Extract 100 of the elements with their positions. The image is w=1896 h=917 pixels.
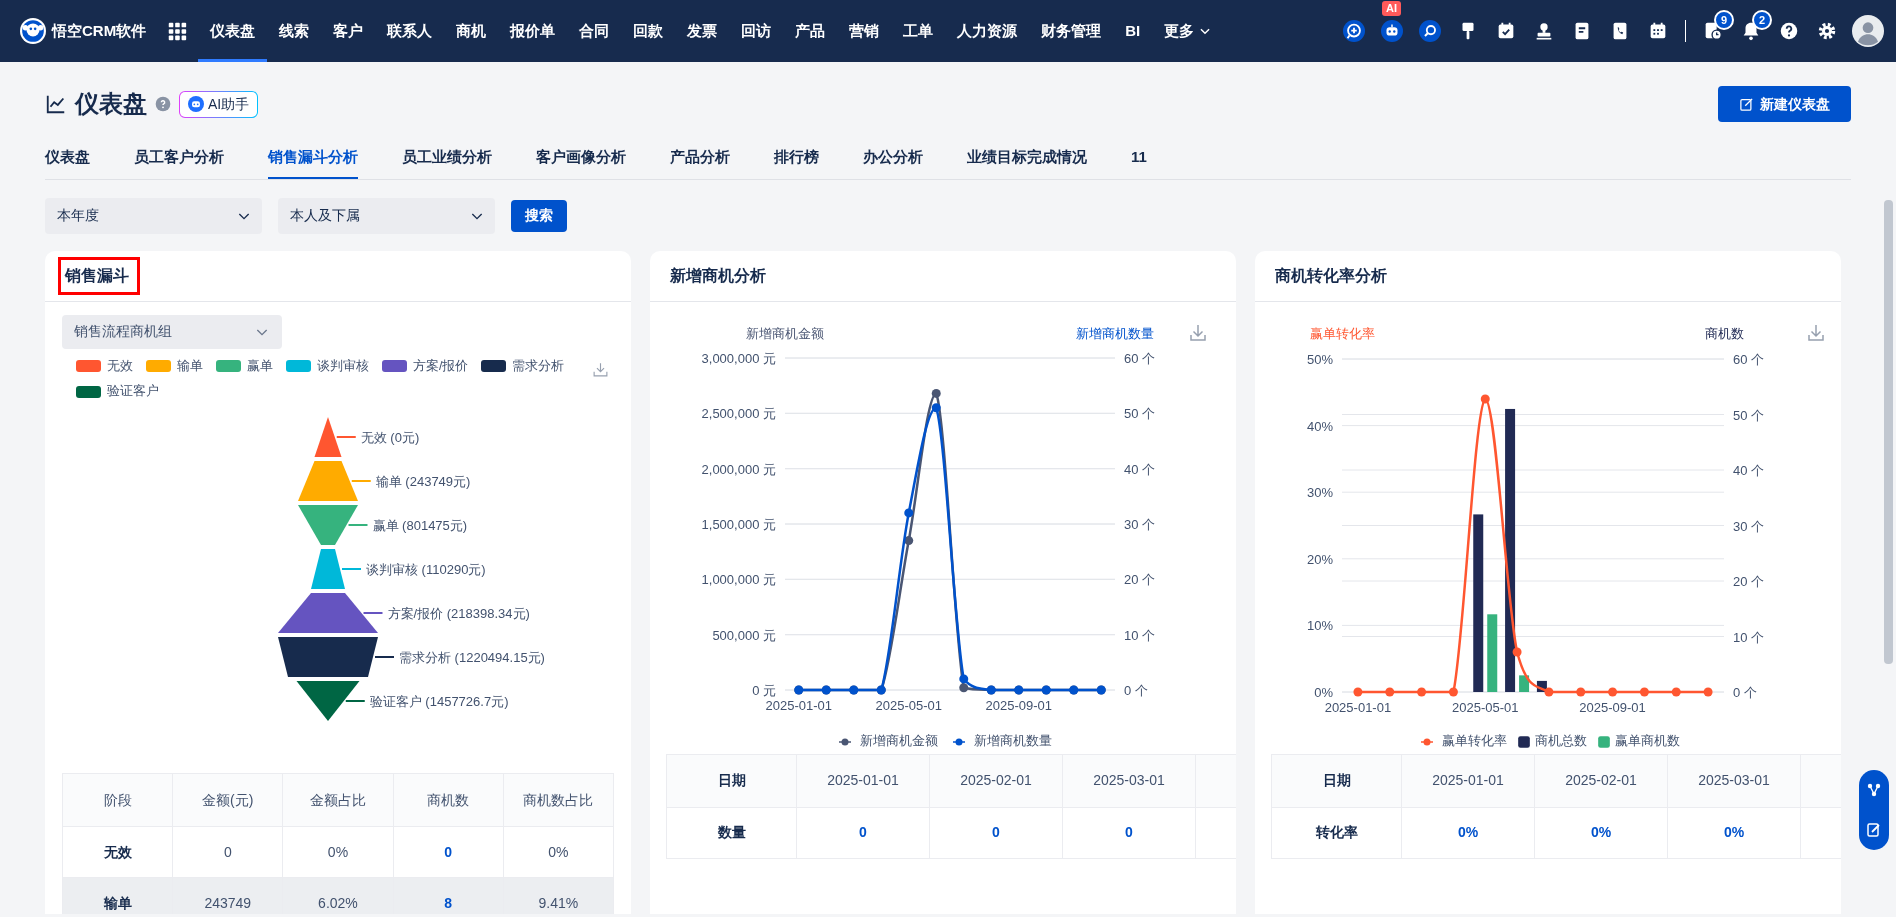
axis-label: 30 个 [1124,516,1156,532]
axis-label: 20 个 [1124,571,1156,587]
nav-item[interactable]: 产品 [783,0,838,62]
data-point [1544,687,1554,696]
table-header: 商机数占比 [503,773,614,827]
chat-plus-icon[interactable] [1343,20,1365,42]
link[interactable]: 0 [1062,807,1196,858]
funnel-label: 输单 (243749元) [375,474,471,489]
data-point [959,673,969,683]
leader-line [335,436,357,438]
tab[interactable]: 仪表盘 [45,146,90,179]
nav-item[interactable]: 回款 [621,0,676,62]
data-point [1639,687,1649,696]
tab[interactable]: 产品分析 [670,146,730,179]
link[interactable]: 0% [1534,807,1668,858]
table-header: 2025-02-01 [929,754,1063,807]
search-button[interactable]: 搜索 [511,199,567,232]
axis-label: 30 个 [1733,518,1765,533]
new-dashboard-button[interactable]: 新建仪表盘 [1718,86,1851,122]
link[interactable]: 0 [929,807,1063,858]
more-menu[interactable]: 更多 [1152,0,1225,62]
nav-item[interactable]: 发票 [675,0,730,62]
axis-label: 2,000,000 元 [701,461,776,477]
tab[interactable]: 客户画像分析 [536,146,626,179]
nav-item[interactable]: 仪表盘 [198,0,268,62]
table-cell: 输单 [62,877,173,914]
data-point [1353,687,1363,696]
download-icon[interactable] [1808,323,1824,341]
download-icon[interactable] [1190,323,1206,341]
legend-label: 方案/报价 [413,357,469,375]
nodes-icon[interactable] [1866,782,1882,798]
ai-assistant-button[interactable]: AI助手 [179,90,259,118]
nav-item[interactable]: 线索 [267,0,322,62]
nav-item[interactable]: 营销 [837,0,892,62]
table-header: 日期 [666,754,797,807]
tab[interactable]: 员工客户分析 [134,146,224,179]
leader-line [344,700,366,702]
table-header: 2025-01-01 [796,754,930,807]
table-header: 商机数 [393,773,504,827]
data-point [1417,687,1427,696]
table-header: 日期 [1271,754,1402,807]
axis-label: 2025-09-01 [1579,699,1646,715]
link[interactable]: 0% [1401,807,1535,858]
axis-label: 10 个 [1733,629,1765,644]
legend-label: 赢单转化率 [1442,733,1507,751]
axis-label: 2025-05-01 [875,697,942,713]
nav-item[interactable]: BI [1113,0,1153,62]
tab[interactable]: 员工业绩分析 [402,146,492,179]
axis-label: 2025-01-01 [765,697,832,713]
link[interactable]: 8 [393,877,504,914]
scrollbar[interactable] [1884,200,1893,664]
line-chart-icon [45,93,67,115]
data-point [1671,687,1681,696]
nav-item[interactable]: 联系人 [375,0,445,62]
settings-icon[interactable] [1816,20,1838,42]
page-title: 仪表盘 [75,89,147,119]
axis-label: 20 个 [1733,573,1765,589]
leader-line [350,480,372,482]
axis-label: 50% [1306,351,1333,367]
funnel-label: 验证客户 (1457726.7元) [369,694,509,709]
avatar[interactable] [1852,15,1884,47]
link[interactable]: 0 [393,826,504,878]
nav-item[interactable]: 客户 [321,0,376,62]
nav-item[interactable]: 人力资源 [945,0,1030,62]
nav-item[interactable]: 商机 [444,0,499,62]
axis-label: 10 个 [1124,627,1156,643]
download-icon[interactable] [592,360,609,378]
chat-search-icon[interactable] [1419,20,1441,42]
nav-item[interactable]: 报价单 [498,0,568,62]
edit-icon[interactable] [1866,822,1882,838]
group-select[interactable]: 销售流程商机组 [62,314,282,349]
card-title: 新增商机分析 [669,265,767,286]
tab[interactable]: 排行榜 [774,146,819,179]
data-point [1703,687,1713,696]
select-field[interactable]: 本年度 [45,197,262,234]
apps-icon[interactable] [166,20,189,42]
table-header: 2025-03-01 [1062,754,1196,807]
tab[interactable]: 办公分析 [863,146,923,179]
nav-item[interactable]: 财务管理 [1029,0,1114,62]
legend-label: 需求分析 [512,357,565,375]
nav-item[interactable]: 合同 [567,0,622,62]
axis-title: 赢单转化率 [1309,325,1375,341]
axis-label: 40 个 [1733,462,1765,478]
axis-label: 20% [1306,551,1333,567]
robot-icon[interactable] [1381,20,1403,42]
select-field[interactable]: 本人及下属 [278,197,495,234]
tab[interactable]: 销售漏斗分析 [268,146,358,179]
axis-label: 3,000,000 元 [701,350,776,366]
help-icon[interactable] [1778,20,1800,42]
nav-item[interactable]: 工单 [891,0,946,62]
axis-label: 30% [1306,484,1333,500]
tab[interactable]: 业绩目标完成情况 [967,146,1087,179]
logo-icon[interactable] [20,18,46,44]
link[interactable]: 0% [1667,807,1801,858]
logo-text[interactable]: 悟空CRM软件 [52,19,147,43]
nav-item[interactable]: 回访 [729,0,784,62]
data-point [1576,687,1586,696]
axis-label: 50 个 [1733,407,1765,422]
tab[interactable]: 11 [1131,146,1147,179]
link[interactable]: 0 [796,807,930,858]
